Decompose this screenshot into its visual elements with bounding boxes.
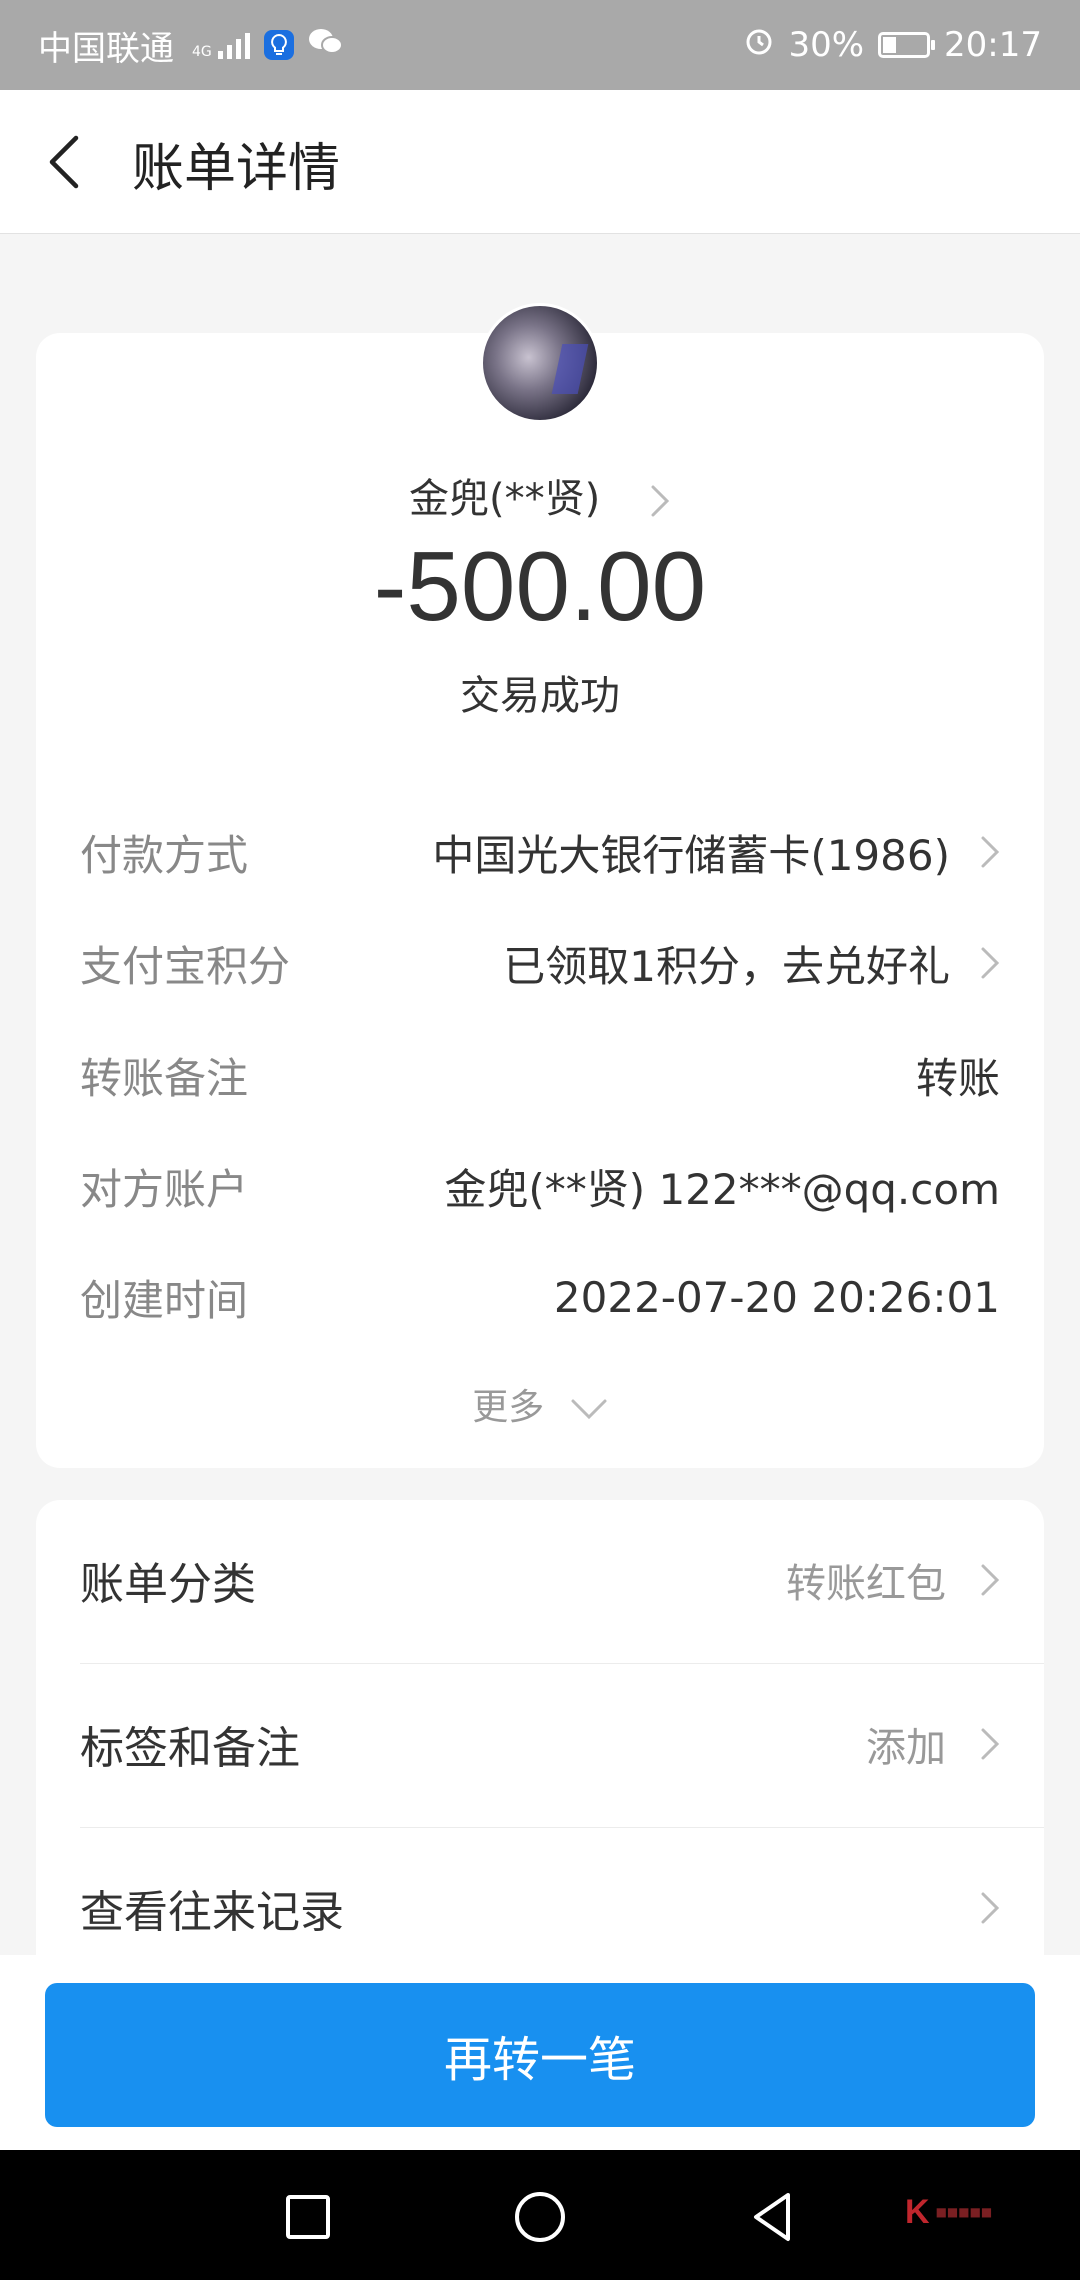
more-button[interactable]: 更多 (0, 1378, 1080, 1430)
detail-label: 转账备注 (80, 1053, 249, 1103)
chevron-right-icon (981, 1728, 1000, 1760)
chevron-left-icon[interactable] (44, 132, 84, 192)
status-right: 30% 20:17 (744, 25, 1042, 65)
detail-label: 对方账户 (80, 1164, 249, 1214)
bottom-action-bar: 再转一笔 (0, 1955, 1080, 2150)
transaction-status: 交易成功 (460, 673, 620, 719)
wechat-icon (308, 25, 344, 65)
option-label: 标签和备注 (80, 1723, 300, 1774)
payee-row[interactable]: 金兜(**贤) (0, 466, 1080, 524)
status-left: 中国联通 4G (38, 21, 344, 70)
title-bar: 账单详情 (0, 90, 1080, 234)
watermark-logo: K ■■■■■ (905, 2192, 993, 2231)
status-bar: 中国联通 4G 30% 20:17 (0, 0, 1080, 90)
chevron-right-icon (651, 485, 670, 517)
back-triangle-icon[interactable] (740, 2185, 804, 2249)
detail-label: 支付宝积分 (80, 941, 291, 991)
option-label: 查看往来记录 (80, 1887, 344, 1938)
alarm-icon (744, 25, 774, 65)
detail-label: 付款方式 (80, 830, 249, 880)
option-row-bill-category[interactable]: 账单分类 转账红包 (80, 1520, 1000, 1640)
detail-value: 金兜(**贤) 122***@qq.com (444, 1164, 1000, 1214)
detail-row-counterparty-account: 对方账户 金兜(**贤) 122***@qq.com (80, 1151, 1000, 1221)
payee-name: 金兜(**贤) (409, 476, 601, 522)
chevron-right-icon (981, 1564, 1000, 1596)
home-circle-icon[interactable] (508, 2185, 572, 2249)
chevron-right-icon (981, 1892, 1000, 1924)
amount: -500.00 (373, 531, 707, 641)
assistant-app-icon (263, 30, 294, 60)
detail-value: 2022-07-20 20:26:01 (553, 1272, 1000, 1322)
signal-icon: 4G (188, 31, 250, 59)
detail-label: 创建时间 (80, 1275, 249, 1325)
chevron-right-icon (981, 836, 1000, 868)
battery-icon (878, 32, 936, 58)
battery-percent: 30% (788, 25, 865, 65)
chevron-right-icon (981, 947, 1000, 979)
detail-row-transfer-note: 转账备注 转账 (80, 1040, 1000, 1110)
more-label: 更多 (472, 1387, 545, 1428)
divider (80, 1663, 1044, 1664)
detail-row-payment-method[interactable]: 付款方式 中国光大银行储蓄卡(1986) (80, 817, 1000, 887)
carrier-name: 中国联通 (38, 28, 174, 69)
detail-value: 转账 (915, 1053, 1000, 1103)
option-label: 账单分类 (80, 1559, 256, 1610)
detail-row-alipay-points[interactable]: 支付宝积分 已领取1积分，去兑好礼 (80, 928, 1000, 998)
option-value: 添加 (866, 1725, 946, 1771)
chevron-down-icon (571, 1399, 607, 1420)
recent-apps-square-icon[interactable] (276, 2185, 340, 2249)
page-title: 账单详情 (132, 139, 341, 199)
detail-value: 已领取1积分，去兑好礼 (503, 941, 950, 991)
option-row-tags-notes[interactable]: 标签和备注 添加 (80, 1684, 1000, 1804)
divider (80, 1827, 1044, 1828)
clock: 20:17 (944, 25, 1042, 65)
transfer-again-button[interactable]: 再转一笔 (45, 1983, 1035, 2127)
network-type: 4G (192, 44, 212, 60)
option-row-transaction-history[interactable]: 查看往来记录 (80, 1848, 1000, 1968)
detail-value: 中国光大银行储蓄卡(1986) (432, 830, 950, 880)
option-value: 转账红包 (786, 1561, 946, 1607)
detail-row-created-time: 创建时间 2022-07-20 20:26:01 (80, 1262, 1000, 1332)
avatar[interactable] (480, 303, 600, 423)
